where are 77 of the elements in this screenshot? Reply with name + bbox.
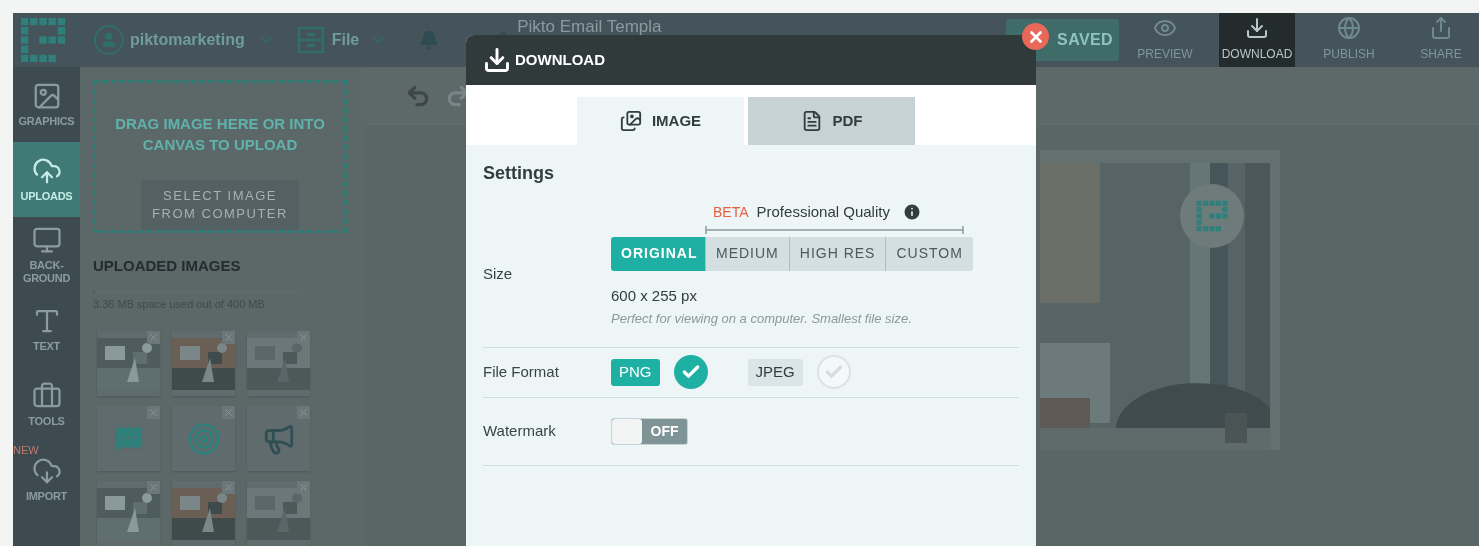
beta-label: BETA bbox=[713, 202, 749, 222]
sidebar-tab[interactable]: BACK-GROUND bbox=[13, 217, 80, 292]
uploaded-image-thumbnail[interactable] bbox=[172, 331, 235, 396]
target-icon bbox=[186, 421, 221, 456]
uploaded-image-thumbnail[interactable] bbox=[172, 406, 235, 471]
uploaded-image-thumbnail[interactable] bbox=[172, 481, 235, 546]
cloud-download-icon bbox=[31, 456, 62, 486]
remove-button[interactable] bbox=[222, 331, 235, 344]
remove-button[interactable] bbox=[222, 406, 235, 419]
size-hint: Perfect for viewing on a computer. Smallest file size. bbox=[611, 310, 913, 328]
remove-button[interactable] bbox=[297, 331, 310, 344]
settings-heading: Settings bbox=[483, 162, 555, 185]
share-icon bbox=[1429, 16, 1453, 40]
close-icon bbox=[298, 332, 309, 343]
file-format-option[interactable]: PNG bbox=[611, 358, 660, 386]
globe-icon bbox=[1337, 16, 1361, 40]
close-icon bbox=[148, 332, 159, 343]
drop-zone-text: DRAG IMAGE HERE OR INTO CANVAS TO UPLOAD bbox=[114, 114, 326, 155]
toolbar-button[interactable]: SHARE bbox=[1403, 13, 1479, 67]
image-icon bbox=[619, 110, 642, 132]
remove-button[interactable] bbox=[222, 481, 235, 494]
remove-button[interactable] bbox=[147, 481, 160, 494]
close-icon bbox=[298, 407, 309, 418]
toolbar-button[interactable]: PUBLISH bbox=[1311, 13, 1387, 67]
file-format-option[interactable]: JPEG bbox=[747, 358, 803, 386]
uploaded-image-thumbnail[interactable] bbox=[247, 331, 310, 396]
uploaded-image-thumbnail[interactable] bbox=[97, 481, 160, 546]
avatar-icon bbox=[94, 25, 124, 55]
watermark-label: Watermark bbox=[483, 420, 557, 441]
quality-label: Professional Quality bbox=[756, 202, 890, 222]
toggle-knob bbox=[612, 418, 642, 444]
size-option[interactable]: HIGH RES bbox=[788, 236, 886, 271]
uploaded-image-thumbnail[interactable] bbox=[97, 406, 160, 471]
select-image-button[interactable]: SELECT IMAGE FROM COMPUTER bbox=[141, 180, 299, 230]
watermark-toggle[interactable]: OFF bbox=[611, 417, 688, 445]
uploaded-images-heading: UPLOADED IMAGES bbox=[93, 256, 242, 276]
sidebar-tab[interactable]: GRAPHICS bbox=[13, 67, 80, 142]
toolbar-button[interactable]: PREVIEW bbox=[1127, 13, 1203, 67]
close-icon bbox=[223, 482, 234, 493]
sidebar-tab[interactable]: TEXT bbox=[13, 292, 80, 367]
close-icon bbox=[223, 332, 234, 343]
sidebar-tab[interactable]: TOOLS bbox=[13, 367, 80, 442]
sidebar-tab[interactable]: NEW IMPORT bbox=[13, 442, 80, 517]
size-option[interactable]: CUSTOM bbox=[885, 236, 973, 271]
size-option[interactable]: MEDIUM bbox=[705, 236, 789, 271]
remove-button[interactable] bbox=[297, 481, 310, 494]
close-icon bbox=[148, 407, 159, 418]
format-tab[interactable]: PDF bbox=[748, 97, 915, 145]
info-icon[interactable] bbox=[901, 202, 922, 223]
account-menu[interactable]: piktomarketing bbox=[94, 25, 275, 55]
file-format-label: File Format bbox=[483, 361, 560, 382]
close-icon bbox=[148, 482, 159, 493]
logo-icon bbox=[1196, 200, 1228, 232]
logo-icon bbox=[20, 17, 66, 63]
dialog-title: DOWNLOAD bbox=[515, 49, 605, 70]
size-option[interactable]: ORIGINAL bbox=[611, 236, 705, 271]
uploaded-image-thumbnail[interactable] bbox=[247, 481, 310, 546]
sidebar-tab[interactable]: UPLOADS bbox=[13, 142, 80, 217]
remove-button[interactable] bbox=[147, 331, 160, 344]
remove-button[interactable] bbox=[147, 406, 160, 419]
file-menu[interactable]: File bbox=[296, 26, 388, 54]
file-cabinet-icon bbox=[296, 26, 325, 54]
dimensions-text: 600 x 255 px bbox=[611, 285, 698, 306]
close-icon bbox=[223, 407, 234, 418]
download-icon bbox=[1245, 16, 1269, 40]
format-tab[interactable]: IMAGE bbox=[577, 97, 744, 145]
uploaded-image-thumbnail[interactable] bbox=[247, 406, 310, 471]
close-icon bbox=[298, 482, 309, 493]
cloud-upload-icon bbox=[31, 156, 62, 186]
toolbar-button[interactable]: DOWNLOAD bbox=[1219, 13, 1295, 67]
drop-zone[interactable]: DRAG IMAGE HERE OR INTO CANVAS TO UPLOAD SELECT IMAGE FROM COMPUTER bbox=[93, 80, 347, 233]
uploaded-image-thumbnail[interactable] bbox=[97, 331, 160, 396]
download-icon bbox=[483, 46, 511, 74]
document-title[interactable]: Pikto Email Templa bbox=[517, 17, 662, 37]
remove-button[interactable] bbox=[297, 406, 310, 419]
new-label: NEW bbox=[13, 444, 39, 457]
size-label: Size bbox=[483, 264, 514, 284]
